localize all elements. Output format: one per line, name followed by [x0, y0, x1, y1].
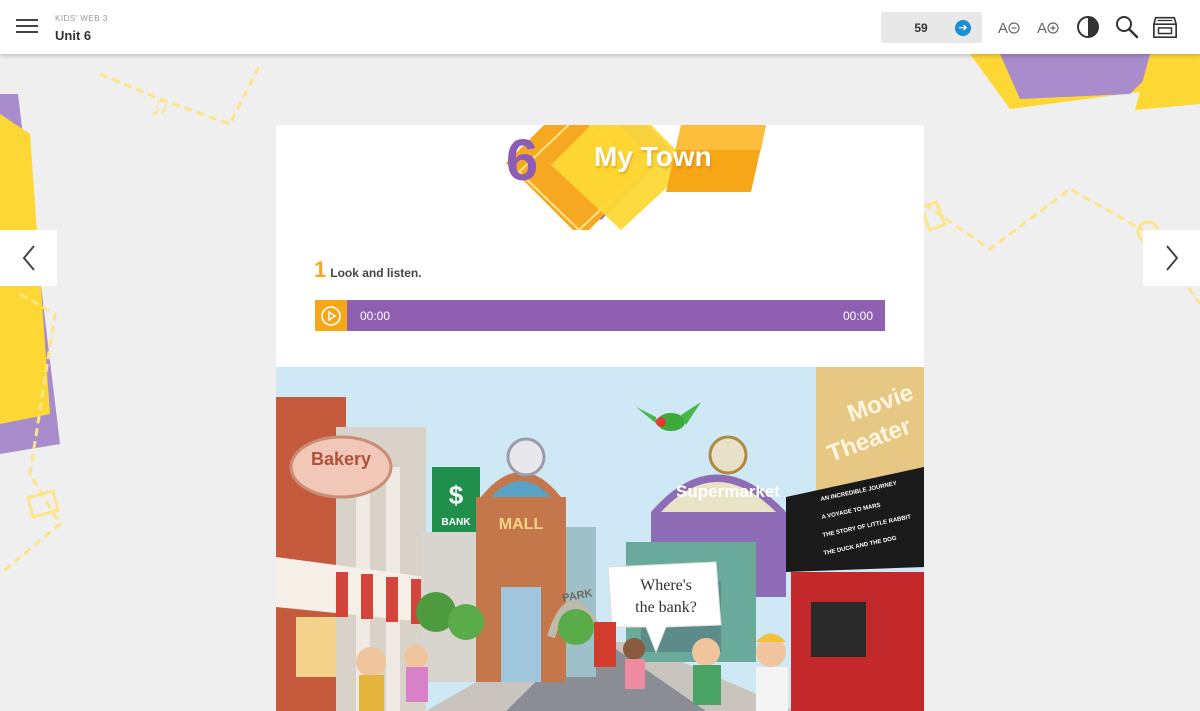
fruit-basket-icon [708, 435, 748, 475]
mall-sign-text: MALL [499, 516, 544, 533]
bank-symbol: $ [449, 480, 464, 510]
play-icon [321, 305, 341, 326]
popcorn-cart [594, 622, 616, 667]
top-bar: KIDS' WEB 3 Unit 6 ➔ A A [0, 0, 1200, 54]
menu-icon[interactable] [16, 19, 38, 35]
chevron-right-icon [1165, 245, 1178, 271]
go-arrow-icon[interactable]: ➔ [955, 20, 971, 36]
unit-number: 6 [505, 128, 539, 193]
speech-bubble-line1: Where's [640, 577, 692, 594]
play-button[interactable] [315, 300, 347, 331]
font-decrease-icon[interactable]: A [996, 14, 1022, 40]
course-label: KIDS' WEB 3 [55, 14, 108, 23]
bank-sign: $ BANK [432, 467, 480, 535]
boy-character-orange [756, 633, 788, 711]
town-illustration: Bakery $ BANK MALL PARK Supermarket Wher… [276, 367, 924, 711]
search-icon[interactable] [1114, 14, 1140, 40]
child-character-left [356, 647, 386, 711]
activity-instruction: 1 Look and listen. [314, 257, 422, 283]
girl-character [623, 638, 645, 689]
chevron-left-icon [22, 245, 35, 271]
page-number-input[interactable] [891, 18, 951, 38]
speech-bubble-line2: the bank? [635, 599, 697, 616]
svg-text:A: A [1037, 20, 1047, 37]
audio-player: 00:00 00:00 [315, 300, 885, 331]
unit-title: My Town [594, 141, 712, 172]
boy-character-green [692, 638, 721, 705]
contrast-icon[interactable] [1075, 14, 1101, 40]
svg-text:♫: ♫ [150, 90, 170, 120]
svg-text:A: A [998, 20, 1008, 37]
bakery-sign: Bakery [289, 435, 393, 499]
activity-text: Look and listen. [330, 266, 422, 280]
archive-box-icon[interactable] [1152, 14, 1180, 40]
shopping-bag-icon [506, 437, 546, 477]
bakery-sign-text: Bakery [311, 449, 371, 469]
supermarket-sign-text: Supermarket [676, 482, 780, 501]
previous-page-button[interactable] [0, 230, 57, 286]
content-card: 6 My Town 1 Look and listen. 00:00 00:00… [276, 125, 924, 711]
font-increase-icon[interactable]: A [1035, 14, 1061, 40]
unit-label: Unit 6 [55, 28, 92, 43]
audio-current-time: 00:00 [360, 309, 391, 323]
audio-total-time: 00:00 [842, 309, 873, 323]
next-page-button[interactable] [1143, 230, 1200, 286]
child-character-pink [404, 645, 428, 702]
bank-sign-text: BANK [442, 517, 472, 528]
activity-number: 1 [314, 257, 327, 282]
page-navigator: ➔ [881, 12, 982, 43]
